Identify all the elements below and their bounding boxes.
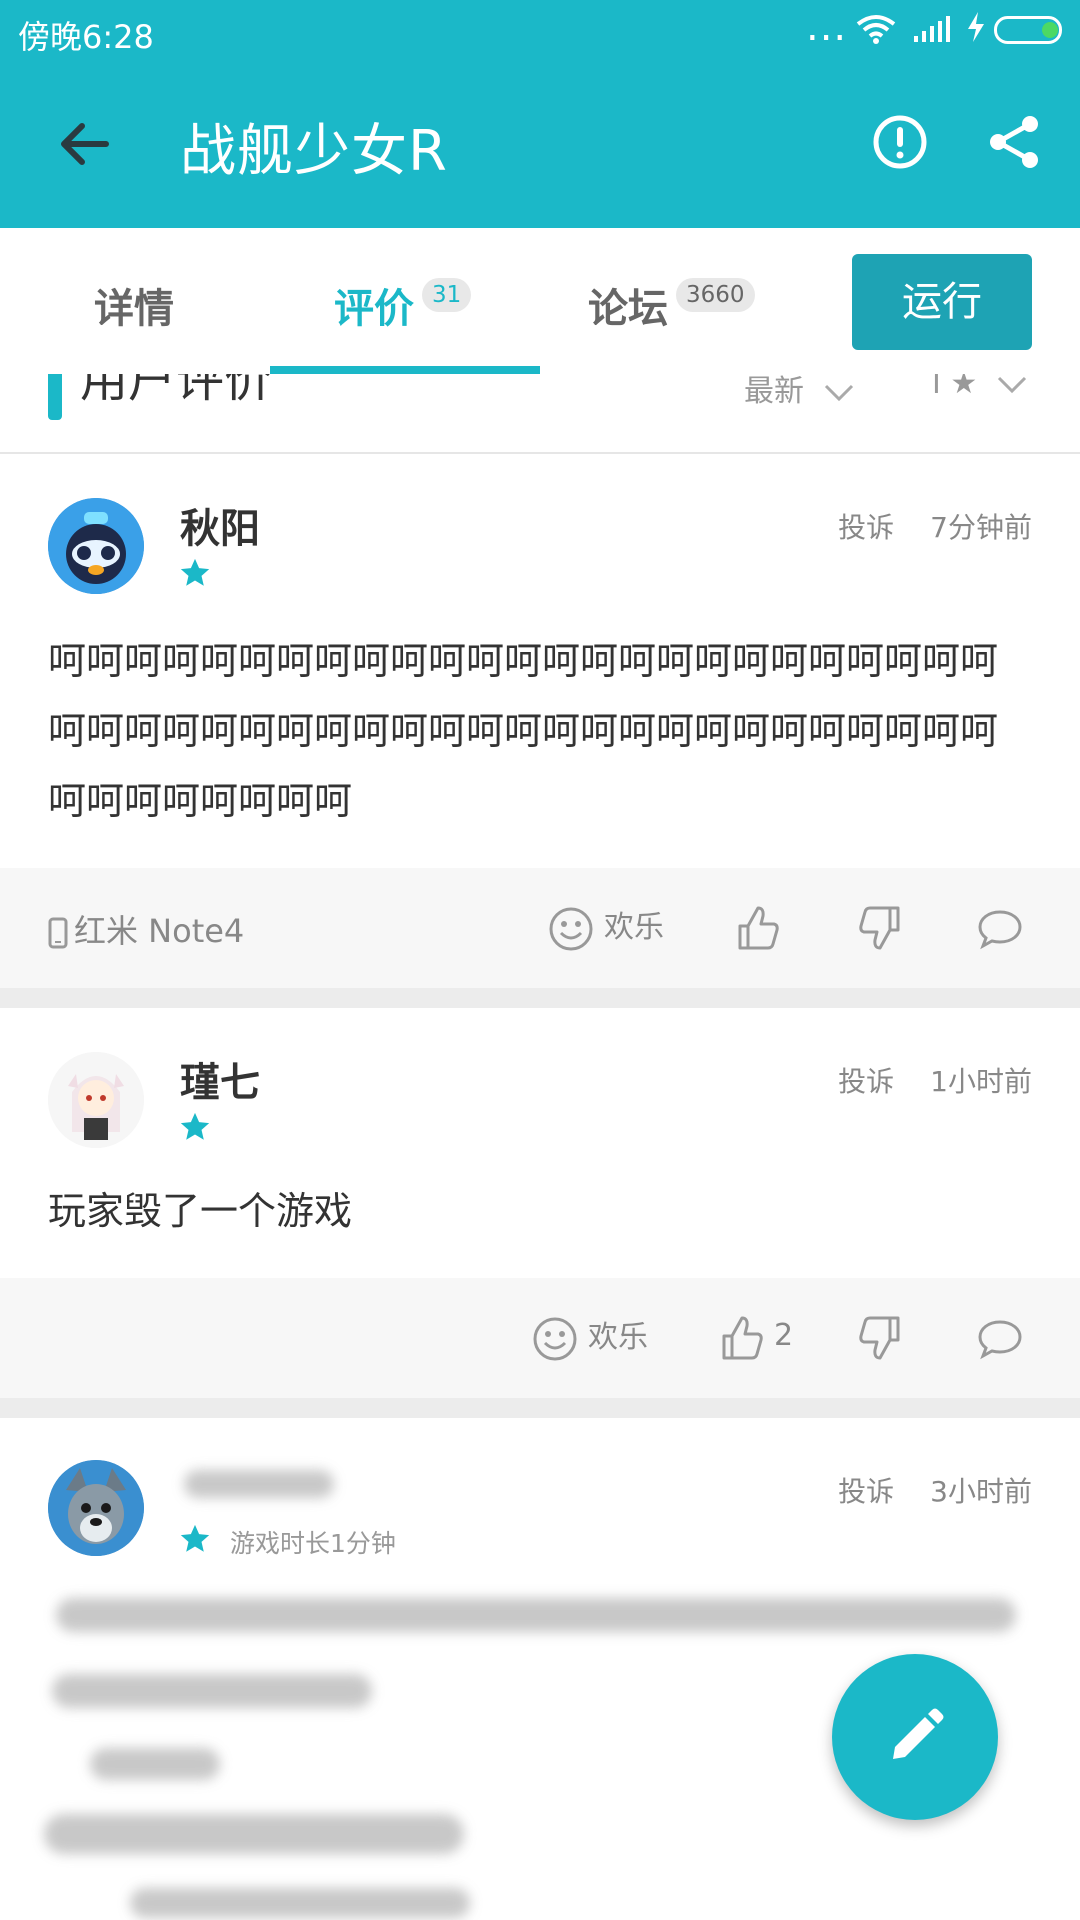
star-icon <box>180 558 210 586</box>
blurred-content-line <box>130 1888 470 1918</box>
tab-forum[interactable]: 论坛 3660 <box>588 276 755 334</box>
app-title: 战舰少女R <box>180 119 448 184</box>
tab-details[interactable]: 详情 <box>94 276 174 334</box>
section-header: 用户评价 最新 I ★ <box>0 374 1080 454</box>
device-info: 红米 Note4 <box>48 906 244 952</box>
star-filter-label: I ★ <box>932 374 978 401</box>
blurred-content-line <box>90 1748 220 1780</box>
blurred-content-line <box>44 1814 464 1854</box>
play-time: 游戏时长1分钟 <box>230 1529 396 1558</box>
status-more-icon: ... <box>806 4 848 50</box>
review-item: 瑾七 投诉 1小时前 玩家毁了一个游戏 <box>0 1008 1080 1278</box>
mood-label: 欢乐 <box>588 1320 648 1355</box>
review-meta: 投诉 7分钟前 <box>838 506 1032 546</box>
review-meta: 投诉 3小时前 <box>838 1470 1032 1510</box>
blurred-username <box>184 1470 334 1498</box>
tab-forum-label: 论坛 <box>588 286 668 332</box>
tab-reviews[interactable]: 评价 31 <box>334 276 472 334</box>
smiley-icon <box>533 1317 577 1360</box>
avatar[interactable] <box>48 1052 144 1148</box>
mood-button[interactable]: 欢乐 <box>532 1312 648 1362</box>
report-link[interactable]: 投诉 <box>838 1475 894 1508</box>
chevron-down-icon <box>997 376 1026 393</box>
review-time: 7分钟前 <box>930 511 1032 544</box>
sort-dropdown[interactable]: 最新 <box>744 374 854 410</box>
device-name: 红米 Note4 <box>74 912 245 950</box>
smiley-icon <box>549 907 593 950</box>
review-meta: 投诉 1小时前 <box>838 1060 1032 1100</box>
tab-reviews-count: 31 <box>422 278 472 312</box>
report-icon[interactable] <box>872 114 928 170</box>
review-content: 呵呵呵呵呵呵呵呵呵呵呵呵呵呵呵呵呵呵呵呵呵呵呵呵呵呵呵呵呵呵呵呵呵呵呵呵呵呵呵呵… <box>48 639 999 823</box>
comment-icon[interactable] <box>976 1314 1024 1362</box>
phone-icon <box>48 917 68 949</box>
share-icon[interactable] <box>986 114 1042 170</box>
avatar-wolf-icon <box>48 1460 144 1556</box>
mood-label: 欢乐 <box>604 910 664 945</box>
sort-label: 最新 <box>744 374 804 409</box>
thumbs-up-icon[interactable] <box>734 904 782 952</box>
report-link[interactable]: 投诉 <box>838 511 894 544</box>
section-accent-bar <box>48 374 62 420</box>
mood-button[interactable]: 欢乐 <box>548 902 664 952</box>
tab-bar: 详情 评价 31 论坛 3660 运行 <box>0 228 1080 374</box>
divider <box>0 988 1080 1008</box>
like-count: 2 <box>774 1318 794 1353</box>
review-item: 秋阳 投诉 7分钟前 呵呵呵呵呵呵呵呵呵呵呵呵呵呵呵呵呵呵呵呵呵呵呵呵呵呵呵呵呵呵… <box>0 454 1080 868</box>
charging-icon <box>968 12 984 42</box>
wifi-icon <box>856 15 896 44</box>
tab-forum-count: 3660 <box>676 278 755 312</box>
review-username[interactable]: 瑾七 <box>180 1050 260 1108</box>
run-button[interactable]: 运行 <box>852 254 1032 350</box>
blurred-content-line <box>52 1674 372 1708</box>
avatar-robot-icon <box>48 498 144 594</box>
review-action-bar: 红米 Note4 欢乐 <box>0 868 1080 988</box>
back-arrow-icon[interactable] <box>52 112 116 176</box>
write-review-button[interactable] <box>832 1654 998 1820</box>
tab-details-label: 详情 <box>94 286 174 332</box>
comment-icon[interactable] <box>976 904 1024 952</box>
star-icon <box>180 1524 210 1552</box>
pencil-icon <box>893 1708 944 1759</box>
review-username[interactable]: 秋阳 <box>180 496 260 554</box>
avatar[interactable] <box>48 498 144 594</box>
thumbs-up-icon[interactable] <box>718 1314 766 1362</box>
thumbs-down-icon[interactable] <box>856 1314 904 1362</box>
battery-icon <box>994 16 1062 44</box>
review-time: 3小时前 <box>930 1475 1032 1508</box>
section-title: 用户评价 <box>80 374 273 408</box>
avatar[interactable] <box>48 1460 144 1556</box>
divider <box>0 1398 1080 1418</box>
avatar-anime-girl-icon <box>48 1052 144 1148</box>
signal-icon <box>914 16 950 42</box>
app-header: 傍晚6:28 ... 战舰少女R <box>0 0 1080 228</box>
report-link[interactable]: 投诉 <box>838 1065 894 1098</box>
review-time: 1小时前 <box>930 1065 1032 1098</box>
status-time: 傍晚6:28 <box>18 18 154 56</box>
thumbs-down-icon[interactable] <box>856 904 904 952</box>
blurred-content-line <box>56 1598 1016 1632</box>
chevron-down-icon <box>824 384 853 401</box>
review-action-bar: 欢乐 2 <box>0 1278 1080 1398</box>
star-icon <box>180 1112 210 1140</box>
review-content: 玩家毁了一个游戏 <box>48 1189 353 1233</box>
status-bar: 傍晚6:28 ... <box>0 0 1080 60</box>
tab-reviews-label: 评价 <box>334 286 414 332</box>
active-tab-indicator <box>270 366 540 374</box>
star-filter-dropdown[interactable]: I ★ <box>932 374 1027 401</box>
